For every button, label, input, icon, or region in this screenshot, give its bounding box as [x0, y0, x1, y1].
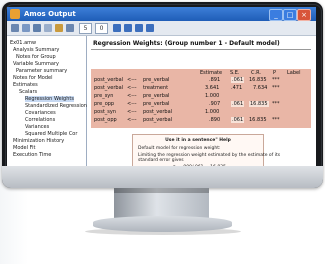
popup-text: Default model for regression weight: — [138, 146, 221, 151]
table-cell: post_syn — [94, 109, 117, 115]
tree-item[interactable]: Notes for Group — [16, 54, 56, 60]
table-cell: .061 — [231, 117, 245, 123]
table-cell: pre_verbal — [143, 77, 170, 83]
decimals-icon[interactable] — [55, 24, 63, 32]
monitor-stand-base — [93, 216, 232, 232]
table-cell: .890 — [209, 117, 221, 123]
table-cell: <--- — [127, 77, 137, 83]
table-cell: post_opp — [94, 117, 117, 123]
tree-item[interactable]: Squared Multiple Cor — [25, 131, 77, 137]
table-cell: <--- — [127, 93, 137, 99]
font-size-input[interactable]: 0 — [95, 23, 108, 34]
tree-item-regression-weights[interactable]: Regression Weights — [25, 96, 74, 102]
table-cell: pre_verbal — [143, 101, 170, 107]
tree-item[interactable]: Scalars — [19, 89, 37, 95]
table-cell: 16.835 — [249, 117, 267, 123]
tree-item[interactable]: Parameter summary — [16, 68, 67, 74]
table-cell: treatment — [143, 85, 169, 91]
tree-item[interactable]: Model Fit — [13, 145, 35, 151]
page-setup-icon[interactable] — [44, 24, 52, 32]
table-cell: <--- — [127, 109, 137, 115]
table-view-icon[interactable] — [113, 24, 121, 32]
tree-item[interactable]: Correlations — [25, 117, 55, 123]
window-title: Amos Output — [24, 10, 76, 18]
decimals-input[interactable]: 5 — [79, 23, 92, 34]
divider — [91, 49, 311, 50]
table-cell: 3.641 — [205, 85, 220, 91]
view-icon[interactable] — [66, 24, 74, 32]
save-icon[interactable] — [22, 24, 30, 32]
popup-title: Use it in a sentence" Help — [165, 138, 231, 143]
section-heading: Regression Weights: (Group number 1 - De… — [93, 40, 280, 47]
output-panel: Regression Weights: (Group number 1 - De… — [87, 36, 316, 183]
tree-item[interactable]: Execution Time — [13, 152, 51, 158]
table-cell: 1.000 — [205, 93, 220, 99]
screen: Amos Output _ □ × 5 0 Ex01.amw Analysis … — [7, 7, 316, 183]
table-cell: post_verbal — [143, 109, 173, 115]
column-header: C.R. — [251, 70, 261, 76]
table-cell: pre_verbal — [143, 93, 170, 99]
tree-item[interactable]: Ex01.amw — [10, 40, 36, 46]
title-bar[interactable]: Amos Output _ □ × — [7, 7, 316, 21]
table-cell: *** — [272, 85, 280, 91]
table-cell: *** — [272, 101, 280, 107]
table-cell: 16.835 — [249, 101, 269, 107]
monitor: Amos Output _ □ × 5 0 Ex01.amw Analysis … — [2, 2, 323, 188]
copy-icon[interactable] — [33, 24, 41, 32]
table-cell: post_verbal — [94, 77, 124, 83]
app-icon — [10, 9, 20, 19]
table-cell: *** — [272, 77, 280, 83]
toolbar: 5 0 — [7, 21, 316, 36]
table-cell: pre_syn — [94, 93, 114, 99]
monitor-chin — [2, 166, 323, 188]
column-header: P — [273, 70, 277, 76]
table-cell: .891 — [209, 77, 221, 83]
amos-output-window: Amos Output _ □ × 5 0 Ex01.amw Analysis … — [7, 7, 316, 183]
close-button[interactable]: × — [297, 9, 311, 21]
table-cell: post_verbal — [143, 117, 173, 123]
column-header: Estimate — [200, 70, 223, 76]
list-icon[interactable] — [146, 24, 154, 32]
tree-item[interactable]: Variances — [25, 124, 49, 130]
table-cell: 16.835 — [249, 77, 267, 83]
zoom-icon[interactable] — [135, 24, 143, 32]
table-cell: .061 — [231, 101, 245, 107]
tree-item[interactable]: Estimates — [13, 82, 38, 88]
table-cell: *** — [272, 117, 280, 123]
table-cell: post_verbal — [94, 85, 124, 91]
table-cell: .907 — [209, 101, 221, 107]
minimize-button[interactable]: _ — [269, 9, 283, 21]
tree-item[interactable]: Variable Summary — [13, 61, 59, 67]
tree-item[interactable]: Notes for Model — [13, 75, 53, 81]
tree-item[interactable]: Analysis Summary — [13, 47, 59, 53]
popup-text: standard error gives — [138, 158, 184, 163]
navigation-tree: Ex01.amw Analysis Summary Notes for Grou… — [7, 36, 87, 183]
text-view-icon[interactable] — [124, 24, 132, 32]
table-cell: 1.000 — [205, 109, 220, 115]
table-cell: <--- — [127, 101, 137, 107]
table-cell: <--- — [127, 85, 137, 91]
column-header: S.E. — [230, 70, 240, 76]
table-cell: <--- — [127, 117, 137, 123]
stand-shadow — [114, 188, 209, 193]
table-cell: .061 — [231, 77, 245, 83]
maximize-button[interactable]: □ — [283, 9, 297, 21]
tree-item[interactable]: Covariances — [25, 110, 56, 116]
table-cell: .471 — [231, 85, 243, 91]
table-cell: 7.634 — [253, 85, 268, 91]
table-cell: pre_opp — [94, 101, 115, 107]
print-icon[interactable] — [11, 24, 19, 32]
column-header: Label — [287, 70, 301, 76]
tree-item[interactable]: Standardized Regression — [25, 103, 87, 109]
tree-item[interactable]: Minimization History — [13, 138, 64, 144]
